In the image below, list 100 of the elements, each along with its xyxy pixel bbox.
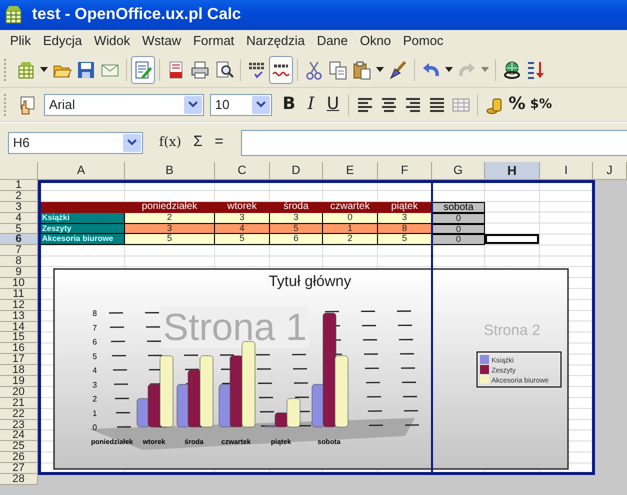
number-format-button[interactable]: $% — [528, 90, 554, 118]
name-box[interactable]: H6 — [8, 132, 143, 154]
dropdown-button[interactable] — [123, 134, 141, 152]
table-cell[interactable]: 5 — [215, 234, 270, 246]
menu-item[interactable]: Widok — [88, 31, 136, 51]
wavy-underline-button[interactable] — [269, 56, 293, 84]
axis-tick-label: 1 — [92, 408, 97, 418]
row-header[interactable]: 11 — [0, 288, 38, 300]
percent-button[interactable]: % — [506, 90, 528, 118]
row-header[interactable]: 5 — [0, 224, 38, 234]
table-cell[interactable]: 5 — [270, 224, 323, 234]
row-header[interactable]: 10 — [0, 278, 38, 289]
bold-button[interactable]: B — [278, 90, 300, 118]
active-cell[interactable] — [485, 234, 540, 246]
dropdown-button[interactable] — [252, 96, 270, 114]
table-cell[interactable]: 4 — [215, 224, 270, 234]
globe-icon — [502, 60, 522, 80]
menu-item[interactable]: Wstaw — [136, 31, 188, 51]
table-cell[interactable]: 1 — [323, 224, 378, 234]
row-header[interactable]: 18 — [0, 365, 38, 376]
menu-item[interactable]: Plik — [4, 31, 37, 51]
row-header[interactable]: 1 — [0, 180, 38, 191]
table-cell[interactable]: wtorek — [215, 202, 270, 213]
sum-button[interactable]: Σ — [193, 131, 203, 154]
row-header[interactable]: 3 — [0, 202, 38, 213]
column-header[interactable]: B — [125, 162, 215, 180]
dropdown-button[interactable] — [184, 96, 202, 114]
table-cell[interactable]: 2 — [125, 212, 215, 224]
row-header[interactable]: 7 — [0, 245, 38, 256]
table-cell[interactable]: 3 — [270, 212, 323, 224]
document-pencil-button[interactable] — [131, 56, 155, 84]
row-header[interactable]: 14 — [0, 322, 38, 332]
row-header[interactable]: 16 — [0, 343, 38, 354]
underline-button[interactable]: U — [322, 90, 344, 118]
menu-item[interactable]: Pomoc — [396, 31, 450, 51]
menu-item[interactable]: Dane — [310, 31, 354, 51]
table-cell[interactable]: 0 — [323, 212, 378, 224]
column-header[interactable]: E — [323, 162, 378, 180]
menu-item[interactable]: Narzędzia — [240, 31, 311, 51]
chart-title: Tytuł główny — [268, 273, 352, 290]
function-wizard-button[interactable]: f(x) — [159, 132, 182, 152]
axis-tick-label: 0 — [92, 423, 97, 432]
row-header[interactable]: 25 — [0, 441, 38, 452]
menu-item[interactable]: Edycja — [36, 31, 88, 51]
row-header[interactable]: 17 — [0, 354, 38, 366]
formula-button[interactable]: = — [214, 131, 224, 154]
table-cell[interactable]: czwartek — [323, 202, 378, 213]
font-size-field[interactable]: 10 — [210, 94, 272, 116]
column-header[interactable]: A — [38, 162, 125, 180]
sort-icon — [526, 60, 546, 80]
paintbrush-icon — [388, 60, 408, 80]
chevron-icon — [256, 100, 266, 108]
column-header[interactable]: C — [215, 162, 270, 180]
row-header[interactable]: 9 — [0, 267, 38, 278]
table-cell[interactable]: 5 — [378, 234, 432, 246]
row-header[interactable]: 22 — [0, 408, 38, 420]
column-header[interactable]: D — [270, 162, 323, 180]
row-header[interactable]: 27 — [0, 463, 38, 474]
row-header[interactable]: 20 — [0, 386, 38, 398]
row-header[interactable]: 28 — [0, 474, 38, 485]
table-cell[interactable]: 3 — [125, 224, 215, 234]
row-header[interactable]: 8 — [0, 256, 38, 268]
scissors-icon — [304, 60, 324, 80]
row-header[interactable]: 21 — [0, 398, 38, 409]
chevron-icon — [127, 138, 137, 146]
column-header[interactable]: F — [378, 162, 432, 180]
font-name-field[interactable]: Arial — [44, 94, 204, 116]
row-header[interactable]: 6 — [0, 234, 38, 246]
table-cell[interactable]: 6 — [270, 234, 323, 246]
column-header[interactable]: J — [593, 162, 627, 180]
column-header[interactable]: I — [540, 162, 593, 180]
copy-icon — [328, 60, 348, 80]
row-header[interactable]: 4 — [0, 212, 38, 224]
table-cell[interactable]: 5 — [125, 234, 215, 246]
row-header[interactable]: 23 — [0, 420, 38, 430]
combo-text: Arial — [49, 96, 76, 114]
italic-button[interactable]: I — [300, 90, 322, 118]
table-cell[interactable]: 2 — [323, 234, 378, 246]
row-header[interactable]: 13 — [0, 310, 38, 322]
table-cell[interactable]: 3 — [215, 212, 270, 224]
formula-input[interactable] — [241, 130, 627, 156]
row-header[interactable]: 26 — [0, 452, 38, 464]
row-header[interactable]: 2 — [0, 190, 38, 202]
row-header[interactable]: 15 — [0, 332, 38, 344]
table-cell[interactable]: poniedziałek — [125, 202, 215, 213]
table-cell[interactable]: środa — [270, 202, 323, 213]
column-header[interactable]: H — [485, 162, 540, 180]
row-header[interactable]: 24 — [0, 430, 38, 442]
table-cell[interactable]: Akcesoria biurowe — [38, 234, 125, 246]
table-cell[interactable]: piątek — [378, 202, 432, 213]
menu-item[interactable]: Format — [187, 31, 240, 51]
document-pencil-icon — [133, 60, 153, 80]
caret-icon — [481, 66, 489, 72]
axis-tick-label: 8 — [92, 309, 97, 318]
clipboard-icon — [352, 60, 372, 80]
table-cell[interactable]: 0 — [432, 234, 485, 246]
row-header[interactable]: 19 — [0, 376, 38, 387]
menu-item[interactable]: Okno — [354, 31, 397, 51]
column-header[interactable]: G — [432, 162, 485, 180]
row-header[interactable]: 12 — [0, 300, 38, 311]
